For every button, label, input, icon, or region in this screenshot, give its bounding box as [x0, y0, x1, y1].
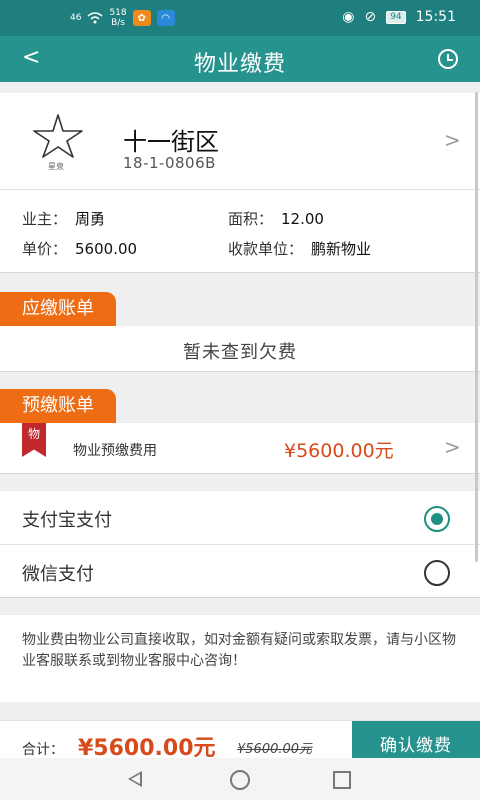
unit-number: 18-1-0806B: [123, 154, 216, 172]
owed-bills-tag: 应缴账单: [0, 292, 116, 326]
chevron-right-icon[interactable]: >: [444, 435, 461, 459]
status-bar: 46 518 B/s ✿ ◠ ◉ ⊘ 94 15:51: [0, 0, 480, 36]
wifi-icon: [87, 12, 103, 24]
battery-icon: 94: [386, 10, 406, 24]
page-title: 物业缴费: [193, 52, 286, 77]
eye-icon: ◉: [342, 9, 355, 25]
owner-info: 业主： 周勇: [22, 208, 105, 229]
payee-info: 收款单位： 鹏新物业: [228, 238, 371, 259]
property-ribbon-icon: 物: [22, 423, 46, 457]
owner-label: 业主：: [22, 210, 68, 228]
app-notification-icon: ✿: [132, 10, 151, 26]
property-logo: 星泉: [30, 113, 86, 173]
payment-option-label: 支付宝支付: [22, 510, 112, 531]
info-card: 业主： 周勇 面积： 12.00 单价： 5600.00 收款单位： 鹏新物业: [0, 190, 480, 273]
price-value: 5600.00: [75, 240, 138, 258]
payee-value: 鹏新物业: [311, 240, 372, 258]
prepay-bills-tag: 预缴账单: [0, 389, 116, 423]
chevron-right-icon[interactable]: >: [444, 128, 461, 152]
prepay-amount: ¥5600.00元: [284, 440, 394, 462]
scrollbar[interactable]: [475, 92, 478, 562]
nav-recent-icon[interactable]: [333, 771, 351, 789]
notice-card: 物业费由物业公司直接收取，如对金额有疑问或索取发票，请与小区物业客服联系或到物业…: [0, 615, 480, 702]
mute-icon: ⊘: [364, 9, 377, 25]
net-speed-value: 518: [109, 8, 127, 18]
original-amount: ¥5600.00元: [237, 742, 313, 757]
payment-option-label: 微信支付: [22, 564, 94, 585]
area-label: 面积：: [228, 210, 274, 228]
property-card[interactable]: 星泉: [0, 93, 480, 190]
nav-home-icon[interactable]: [230, 770, 250, 790]
system-nav-bar: [0, 758, 480, 800]
status-left: 46 518 B/s ✿ ◠: [70, 8, 175, 28]
clock-icon[interactable]: [438, 49, 458, 69]
star-logo-icon: [33, 114, 83, 158]
price-info: 单价： 5600.00: [22, 238, 137, 259]
total-label: 合计：: [22, 742, 64, 758]
signal-icon: 46: [70, 12, 82, 23]
owed-bills-card: 暂未查到欠费: [0, 326, 480, 372]
nav-back-icon[interactable]: [128, 771, 142, 787]
community-name: 十一街区: [123, 128, 219, 156]
app-bar: < 物业缴费: [0, 36, 480, 82]
net-speed: 518 B/s: [109, 8, 126, 28]
radio-selected-icon[interactable]: [424, 506, 450, 532]
owner-value: 周勇: [75, 210, 106, 228]
radio-unselected-icon[interactable]: [424, 560, 450, 586]
payee-label: 收款单位：: [228, 240, 304, 258]
net-speed-unit: B/s: [111, 18, 125, 28]
price-label: 单价：: [22, 240, 68, 258]
payment-option-alipay[interactable]: 支付宝支付: [0, 491, 480, 544]
no-arrears-text: 暂未查到欠费: [183, 342, 297, 363]
status-time: 15:51: [415, 9, 456, 25]
notice-text: 物业费由物业公司直接收取，如对金额有疑问或索取发票，请与小区物业客服联系或到物业…: [22, 632, 456, 669]
payment-methods: 支付宝支付 微信支付: [0, 491, 480, 598]
area-value: 12.00: [281, 210, 324, 228]
status-right: ◉ ⊘ 94 15:51: [342, 9, 456, 25]
area-info: 面积： 12.00: [228, 208, 324, 229]
payment-option-wechat[interactable]: 微信支付: [0, 544, 480, 597]
app-notification-icon: ◠: [156, 10, 175, 26]
prepay-item[interactable]: 物 物业预缴费用 ¥5600.00元 >: [0, 423, 480, 474]
prepay-label: 物业预缴费用: [73, 443, 157, 459]
logo-text: 星泉: [48, 162, 64, 171]
